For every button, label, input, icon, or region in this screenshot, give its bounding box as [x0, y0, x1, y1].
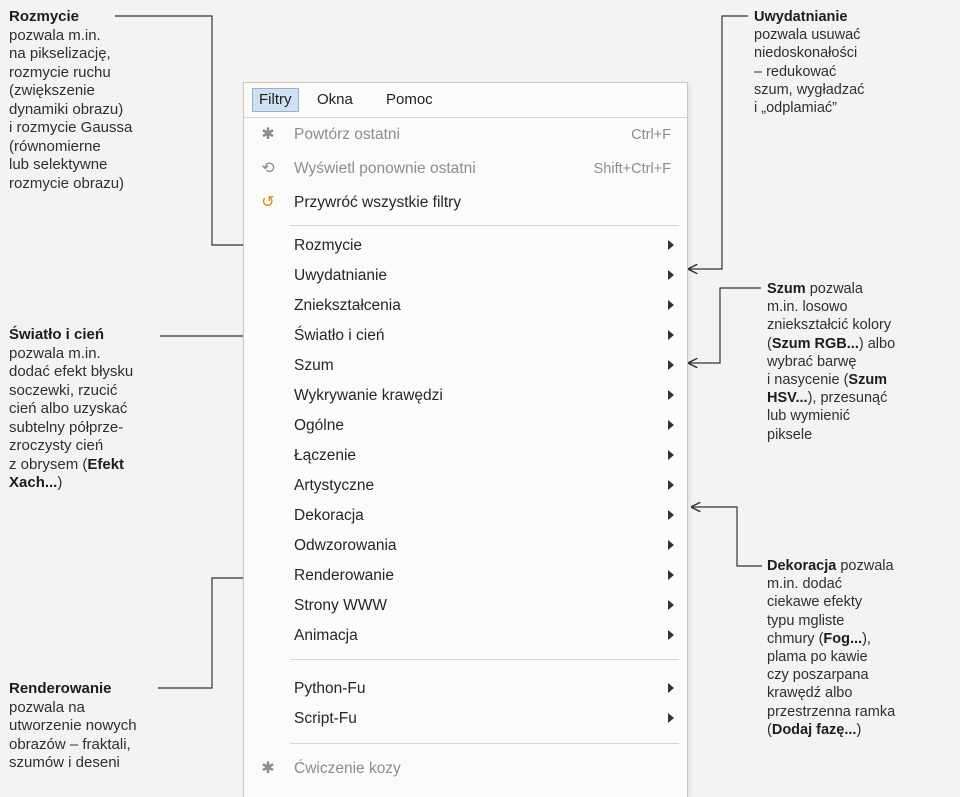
submenu-arrow-icon [668, 420, 674, 430]
submenu-swiatlo-i-cien[interactable]: Światło i cień [244, 322, 687, 350]
submenu-arrow-icon [668, 270, 674, 280]
submenu-dekoracja[interactable]: Dekoracja [244, 502, 687, 530]
submenu-arrow-icon [668, 300, 674, 310]
submenu-animacja[interactable]: Animacja [244, 622, 687, 650]
submenu-arrow-icon [668, 540, 674, 550]
separator [290, 743, 679, 744]
submenu-python-fu[interactable]: Python-Fu [244, 675, 687, 703]
submenu-szum[interactable]: Szum [244, 352, 687, 380]
reset-icon: ↺ [261, 194, 275, 211]
menu-okna[interactable]: Okna [311, 88, 359, 112]
submenu-rozmycie[interactable]: Rozmycie [244, 232, 687, 260]
submenu-arrow-icon [668, 683, 674, 693]
annotation-renderowanie: Renderowanie pozwala na utworzenie nowyc… [9, 680, 137, 771]
submenu-script-fu[interactable]: Script-Fu [244, 705, 687, 733]
submenu-arrow-icon [668, 360, 674, 370]
submenu-znieksztalcenia[interactable]: Zniekształcenia [244, 292, 687, 320]
line-dekoracja [692, 507, 762, 567]
submenu-arrow-icon [668, 713, 674, 723]
menu-item-repeat-last: ✱ Powtórz ostatni Ctrl+F [244, 121, 687, 149]
annotation-szum: Szum pozwala m.in. losowo zniekształcić … [767, 281, 896, 443]
submenu-ogolne[interactable]: Ogólne [244, 412, 687, 440]
submenu-arrow-icon [668, 630, 674, 640]
submenu-arrow-icon [668, 480, 674, 490]
filters-menu: Filtry Okna Pomoc ✱ Powtórz ostatni Ctrl… [243, 82, 688, 797]
menu-pomoc[interactable]: Pomoc [380, 88, 439, 112]
submenu-arrow-icon [668, 600, 674, 610]
submenu-artystyczne[interactable]: Artystyczne [244, 472, 687, 500]
annotation-rozmycie: Rozmycie pozwala m.in. na pikselizację, … [9, 8, 133, 192]
repeat-icon: ✱ [261, 126, 275, 143]
reshow-icon: ⟲ [261, 160, 275, 177]
goat-icon: ✱ [261, 760, 275, 777]
menu-item-reshow-last: ⟲ Wyświetl ponownie ostatni Shift+Ctrl+F [244, 155, 687, 183]
annotation-swiatlo: Światło i cień pozwala m.in. dodać efekt… [9, 326, 134, 491]
menubar: Filtry Okna Pomoc [244, 83, 687, 118]
submenu-odwzorowania[interactable]: Odwzorowania [244, 532, 687, 560]
menu-item-goat-exercise: ✱ Ćwiczenie kozy [244, 755, 687, 783]
submenu-arrow-icon [668, 330, 674, 340]
menu-item-reset-all[interactable]: ↺ Przywróć wszystkie filtry [244, 189, 687, 217]
line-szum [689, 287, 761, 363]
submenu-arrow-icon [668, 570, 674, 580]
submenu-uwydatnianie[interactable]: Uwydatnianie [244, 262, 687, 290]
submenu-strony-www[interactable]: Strony WWW [244, 592, 687, 620]
submenu-laczenie[interactable]: Łączenie [244, 442, 687, 470]
submenu-arrow-icon [668, 510, 674, 520]
separator [290, 659, 679, 660]
annotation-dekoracja: Dekoracja pozwala m.in. dodać ciekawe ef… [767, 558, 896, 738]
submenu-renderowanie[interactable]: Renderowanie [244, 562, 687, 590]
submenu-arrow-icon [668, 240, 674, 250]
submenu-wykrywanie-krawedzi[interactable]: Wykrywanie krawędzi [244, 382, 687, 410]
submenu-arrow-icon [668, 390, 674, 400]
separator [290, 225, 679, 226]
menu-filtry[interactable]: Filtry [252, 88, 299, 112]
submenu-arrow-icon [668, 450, 674, 460]
line-uwydatnianie [689, 15, 748, 269]
annotation-uwydatnianie: Uwydatnianie pozwala usuwać niedoskonało… [754, 9, 865, 117]
